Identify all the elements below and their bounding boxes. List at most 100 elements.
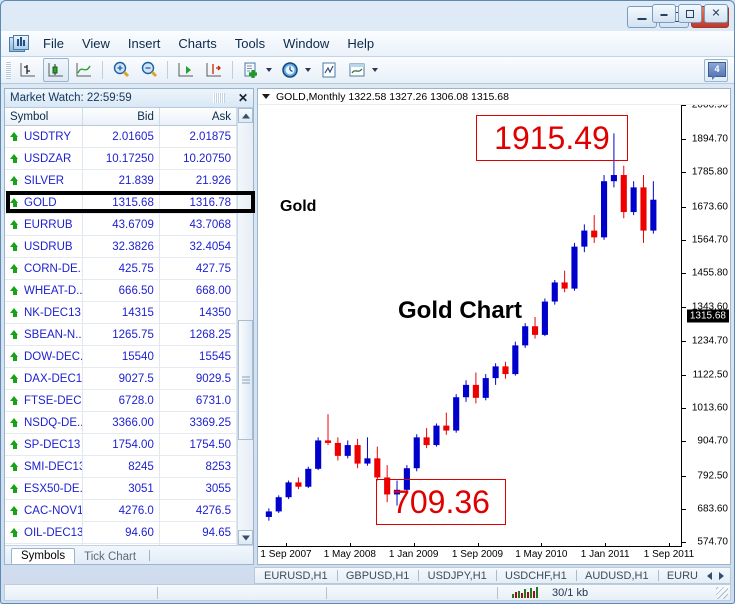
chart-tab-usdchf[interactable]: USDCHF,H1 [496,570,576,582]
templates-dropdown-caret-icon[interactable] [372,68,378,72]
menu-item-file[interactable]: File [34,33,73,54]
market-watch-close-icon[interactable]: ✕ [238,91,248,105]
tab-tick-chart[interactable]: Tick Chart [75,550,145,564]
scroll-left-icon[interactable] [707,571,712,580]
table-row[interactable]: SP-DEC13 1754.00 1754.50 [5,433,238,456]
table-row[interactable]: USDRUB 32.3826 32.4054 [5,235,238,258]
table-row[interactable]: CAC-NOV134276.04276.5 [5,499,238,522]
time-tick-label: 1 May 2008 [323,549,376,560]
menu-item-insert[interactable]: Insert [119,33,170,54]
table-row[interactable]: NK-DEC13 14315 14350 [5,301,238,324]
chart-tab-gbpusd[interactable]: GBPUSD,H1 [337,570,419,582]
scroll-down-button[interactable] [238,530,253,545]
indicators-icon[interactable] [316,58,342,82]
price-tick-label: 683.60 [697,503,728,515]
column-header-symbol[interactable]: Symbol [5,108,83,126]
table-row[interactable]: SBEAN-N... 1265.75 1268.25 [5,323,238,346]
chart-plot-area[interactable]: Gold Gold Chart 1915.49 709.36 [258,105,682,547]
candlestick-chart-icon[interactable] [43,58,69,82]
menu-item-window[interactable]: Window [274,33,338,54]
cell-ask: 14350 [159,301,238,324]
price-tick-label: 1455.80 [691,267,728,279]
chart-tab-euru[interactable]: EURU [658,570,707,582]
high-price-annotation: 1915.49 [476,115,628,161]
table-row[interactable]: DAX-DEC13 9027.5 9029.5 [5,367,238,390]
new-order-dropdown-caret-icon[interactable] [266,68,272,72]
menu-item-help[interactable]: Help [338,33,383,54]
price-tick-label: 1785.80 [691,166,728,178]
column-header-bid[interactable]: Bid [82,108,160,126]
gold-chart-overlay-title: Gold Chart [398,297,522,324]
table-row[interactable]: DOW-DEC...1554015545 [5,345,238,368]
cell-ask: 8253 [159,455,238,478]
menu-item-view[interactable]: View [73,33,119,54]
tab-divider [149,550,151,561]
chart-shift-icon[interactable] [173,58,199,82]
price-tick [682,239,686,241]
market-watch-tabs: Symbols Tick Chart [5,545,253,564]
menu-item-tools[interactable]: Tools [226,33,274,54]
table-row[interactable]: CORN-DE... 425.75 427.75 [5,257,238,280]
cell-symbol: CORN-DE... [5,257,83,280]
mdi-minimize-button[interactable] [652,4,676,23]
cell-ask: 3055 [159,477,238,500]
cell-bid: 3366.00 [82,411,160,434]
zoom-in-icon[interactable] [108,58,134,82]
templates-icon[interactable] [344,58,370,82]
table-row[interactable]: FTSE-DEC136728.06731.0 [5,389,238,412]
toolbar-grip[interactable] [6,61,11,79]
scroll-up-button[interactable] [238,108,253,123]
toolbar-badge-button[interactable]: 4 [704,59,728,82]
price-tick-label: 792.50 [697,470,728,482]
up-arrow-icon [10,527,19,537]
menu-item-charts[interactable]: Charts [169,33,225,54]
price-axis[interactable]: 2006.90 1894.70 1785.80 1673.60 1564.70 1455.… [681,105,730,548]
new-order-icon[interactable] [238,58,264,82]
bar-chart-icon[interactable] [15,58,41,82]
cell-ask: 427.75 [159,257,238,280]
time-axis[interactable]: 1 Sep 2007 1 May 2008 1 Jan 2009 1 Sep 2009… [258,543,694,564]
table-row[interactable]: USDZAR 10.17250 10.20750 [5,147,238,170]
up-arrow-icon [10,153,19,163]
periodicity-dropdown-caret-icon[interactable] [305,68,311,72]
auto-scroll-icon[interactable] [201,58,227,82]
up-arrow-icon [10,417,19,427]
table-row[interactable]: WHEAT-D... 666.50 668.00 [5,279,238,302]
table-row[interactable]: SILVER 21.839 21.926 [5,169,238,192]
mdi-close-button[interactable]: ✕ [704,4,728,23]
tab-symbols[interactable]: Symbols [11,548,76,564]
chart-tab-eurusd[interactable]: EURUSD,H1 [255,570,337,582]
time-tick-label: 1 Sep 2007 [260,549,312,560]
zoom-out-icon[interactable] [136,58,162,82]
cell-bid: 3051 [82,477,160,500]
scroll-right-icon[interactable] [719,571,724,580]
up-arrow-icon [10,263,19,273]
market-watch-scrollbar[interactable] [237,108,253,545]
line-chart-icon[interactable] [71,58,97,82]
cell-bid: 1265.75 [82,323,160,346]
cell-bid: 32.3826 [82,235,160,258]
chart-tab-audusd[interactable]: AUDUSD,H1 [576,570,658,582]
gold-row-highlight-box [6,191,255,213]
time-tick-label: 1 Sep 2011 [643,549,695,560]
up-arrow-icon [10,505,19,515]
scrollbar-thumb[interactable] [238,320,253,440]
chart-tab-usdjpy[interactable]: USDJPY,H1 [419,570,496,582]
table-row[interactable]: SMI-DEC13 8245 8253 [5,455,238,478]
price-tick-label: 1564.70 [691,234,728,246]
table-row[interactable]: OIL-DEC13 94.60 94.65 [5,521,238,544]
time-tick [349,543,351,547]
table-row[interactable]: ESX50-DE...30513055 [5,477,238,500]
table-row[interactable]: USDTRY 2.01605 2.01875 [5,125,238,148]
chart-tab-scroll-controls [707,571,730,580]
panel-grip[interactable] [213,93,225,103]
chart-menu-caret-icon[interactable] [262,94,270,99]
periodicity-icon[interactable] [277,58,303,82]
mdi-restore-button[interactable] [678,4,702,23]
cell-symbol: SBEAN-N... [5,323,83,346]
chart-body[interactable]: Gold Gold Chart 1915.49 709.36 2006.90 18… [258,105,730,564]
table-row[interactable]: NSDQ-DE... 3366.00 3369.25 [5,411,238,434]
column-header-ask[interactable]: Ask [159,108,238,126]
table-row[interactable]: EURRUB 43.6709 43.7068 [5,213,238,236]
resize-grip[interactable] [716,586,728,599]
